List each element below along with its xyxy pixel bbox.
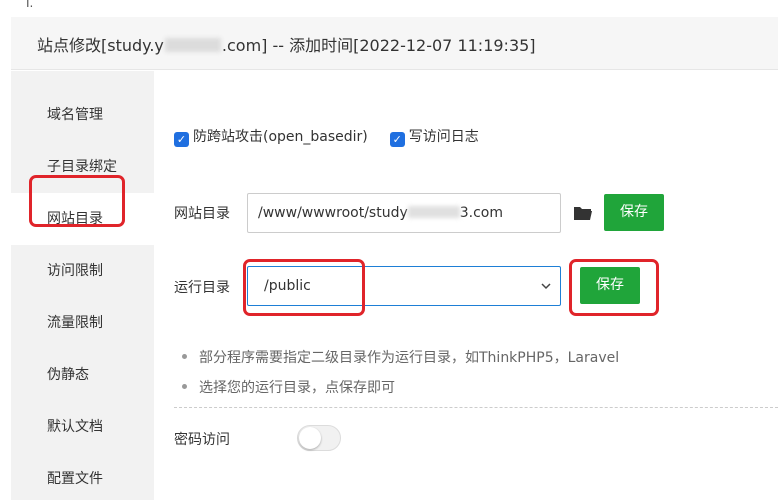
top-edge-mark: I. (26, 0, 34, 10)
anti-xss-label: 防跨站攻击(open_basedir) (193, 129, 368, 145)
sidebar-item-domain[interactable]: 域名管理 (11, 89, 154, 141)
site-dir-value-suffix: 3.com (459, 205, 504, 221)
dashed-divider (174, 407, 778, 408)
bullet (182, 384, 187, 389)
sidebar-item-default-doc[interactable]: 默认文档 (11, 401, 154, 453)
password-access-label: 密码访问 (174, 432, 230, 448)
highlight-run-dir-select (243, 259, 365, 316)
sidebar-item-access-limit[interactable]: 访问限制 (11, 245, 154, 297)
tip-text: 选择您的运行目录，点保存即可 (199, 380, 395, 396)
redacted-text (407, 206, 460, 218)
site-dir-input[interactable]: /www/wwwroot/study 3.com (247, 193, 561, 233)
check-icon: ✓ (392, 133, 402, 146)
tip-item: 选择您的运行目录，点保存即可 (182, 377, 395, 397)
bullet (182, 354, 187, 359)
highlight-sidebar-site-directory (29, 175, 125, 227)
site-dir-value-prefix: /www/wwwroot/study (258, 205, 408, 221)
folder-icon[interactable] (572, 202, 594, 224)
dialog-titlebar: 站点修改[study.y .com] -- 添加时间[2022-12-07 11:… (11, 17, 778, 70)
sidebar-item-config-file[interactable]: 配置文件 (11, 453, 154, 500)
toggle-knob (299, 427, 321, 449)
dialog-title-suffix: .com] -- 添加时间[2022-12-07 11:19:35] (221, 36, 536, 55)
sidebar: 域名管理 子目录绑定 网站目录 访问限制 流量限制 伪静态 默认文档 配置文件 (11, 71, 154, 500)
site-dir-label: 网站目录 (174, 206, 230, 222)
tip-text: 部分程序需要指定二级目录作为运行目录，如ThinkPHP5，Laravel (199, 350, 620, 366)
run-dir-label: 运行目录 (174, 280, 230, 296)
sidebar-item-rewrite[interactable]: 伪静态 (11, 349, 154, 401)
sidebar-item-traffic-limit[interactable]: 流量限制 (11, 297, 154, 349)
access-log-checkbox[interactable]: ✓ (389, 132, 405, 147)
options-row: ✓ 防跨站攻击(open_basedir) ✓ 写访问日志 (174, 126, 501, 147)
site-dir-save-button[interactable]: 保存 (604, 194, 664, 231)
dialog-title-prefix: 站点修改[study.y (37, 36, 164, 55)
access-log-label: 写访问日志 (408, 129, 479, 145)
redacted-text (164, 38, 221, 52)
check-icon: ✓ (176, 133, 187, 146)
site-edit-dialog: 站点修改[study.y .com] -- 添加时间[2022-12-07 11:… (11, 17, 778, 500)
anti-xss-checkbox[interactable]: ✓ (174, 132, 189, 147)
chevron-down-icon (541, 283, 551, 290)
password-access-toggle[interactable] (297, 425, 341, 451)
dialog-title: 站点修改[study.y .com] -- 添加时间[2022-12-07 11:… (37, 32, 536, 56)
tip-item: 部分程序需要指定二级目录作为运行目录，如ThinkPHP5，Laravel (182, 347, 619, 367)
highlight-run-dir-save (569, 259, 659, 316)
